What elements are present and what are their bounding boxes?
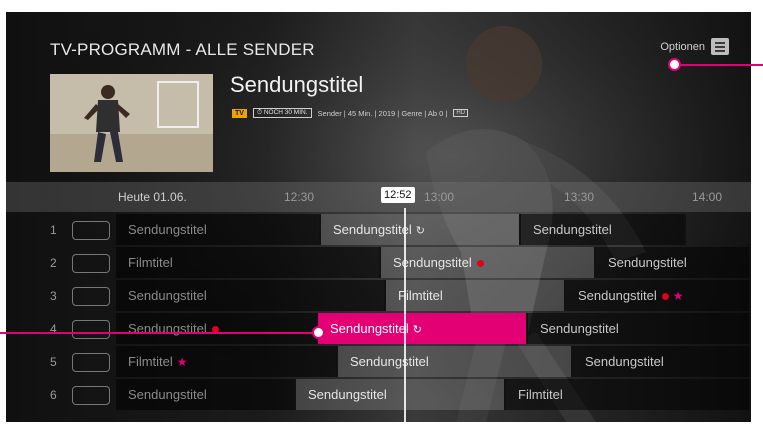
program-cell-title: Sendungstitel (333, 222, 412, 237)
program-cell[interactable]: Sendungstitel (116, 214, 321, 245)
channel-row: 4 Sendungstitel Sendungstitel ↻ Sendungstite… (6, 313, 751, 346)
channel-row: 2 Filmtitel Sendungstitel Sendungstitel (6, 247, 751, 280)
program-cell-title: Sendungstitel (350, 354, 429, 369)
options-button[interactable]: Optionen (660, 38, 729, 55)
channel-logo (72, 254, 110, 273)
channel-number: 5 (50, 355, 57, 369)
replay-icon: ↻ (415, 225, 425, 237)
program-cell[interactable]: Sendungstitel ↻ (321, 214, 521, 245)
day-label: Heute 01.06. (118, 190, 187, 204)
channel-logo (72, 221, 110, 240)
remaining-time-badge: ⏱ NOCH 30 MIN. (252, 108, 312, 118)
program-cell[interactable]: Sendungstitel (116, 313, 318, 344)
channel-number: 2 (50, 256, 57, 270)
program-cell-title: Filmtitel (518, 387, 563, 402)
program-title: Sendungstitel (230, 72, 364, 97)
channel-row: 6 Sendungstitel Sendungstitel Filmtitel (6, 379, 751, 412)
star-icon: ★ (672, 289, 684, 303)
program-meta: TV ⏱ NOCH 30 MIN. Sender | 45 Min. | 201… (232, 108, 469, 118)
program-cell[interactable]: Sendungstitel (521, 214, 686, 245)
program-cell-title: Sendungstitel (533, 222, 612, 237)
replay-icon: ↻ (412, 324, 422, 336)
channel-number: 3 (50, 289, 57, 303)
current-time-badge: 12:52 (381, 187, 415, 203)
program-cell[interactable]: Sendungstitel (116, 280, 386, 311)
program-cell-title: Sendungstitel (585, 354, 664, 369)
record-dot-icon (476, 260, 484, 268)
callout-marker-options (668, 58, 681, 71)
program-cell-title: Filmtitel (128, 255, 173, 270)
callout-line-options (676, 64, 763, 66)
program-cell-title: Sendungstitel (128, 288, 207, 303)
channel-logo (72, 353, 110, 372)
time-tick: 13:30 (564, 190, 595, 204)
program-cell-title: Sendungstitel (540, 321, 619, 336)
current-time-line (404, 208, 406, 422)
channel-row: 5 Filmtitel ★ Sendungstitel Sendungstitel (6, 346, 751, 379)
program-cell-title: Sendungstitel (308, 387, 387, 402)
time-tick: 12:30 (284, 190, 315, 204)
callout-marker-selected (312, 326, 325, 339)
program-cell[interactable]: Sendungstitel (573, 346, 751, 377)
time-tick: 14:00 (692, 190, 723, 204)
options-label: Optionen (660, 40, 705, 53)
channel-row: 3 Sendungstitel Filmtitel Sendungstitel ★ (6, 280, 751, 313)
record-dot-icon (661, 293, 669, 301)
program-cell-title: Sendungstitel (608, 255, 687, 270)
timeline-bar: Heute 01.06. 12:30 13:00 13:30 14:00 12:… (6, 182, 751, 212)
time-tick: 13:00 (424, 190, 455, 204)
program-cell[interactable]: Sendungstitel (338, 346, 573, 377)
tv-badge: TV (232, 108, 247, 118)
program-cell[interactable]: Sendungstitel (528, 313, 751, 344)
menu-icon (711, 38, 729, 55)
page-title: TV-PROGRAMM - ALLE SENDER (50, 40, 315, 59)
channel-row: 1 Sendungstitel Sendungstitel ↻ Sendungstite… (6, 214, 751, 247)
program-cell-selected[interactable]: Sendungstitel ↻ (318, 313, 528, 344)
program-cell[interactable]: Filmtitel (386, 280, 566, 311)
tv-guide-screen: TV-PROGRAMM - ALLE SENDER Optionen Sendu… (6, 12, 751, 422)
channel-logo (72, 386, 110, 405)
program-cell[interactable]: Sendungstitel (596, 247, 751, 278)
program-cell-title: Sendungstitel (128, 222, 207, 237)
program-cell-title: Sendungstitel (330, 321, 409, 336)
program-cell[interactable]: Sendungstitel ★ (566, 280, 751, 311)
program-cell-title: Filmtitel (128, 354, 173, 369)
star-icon: ★ (176, 355, 188, 369)
program-cell[interactable]: Sendungstitel (296, 379, 506, 410)
program-cell-title: Sendungstitel (578, 288, 657, 303)
channel-logo (72, 287, 110, 306)
program-meta-text: Sender | 45 Min. | 2019 | Genre | Ab 0 | (317, 108, 448, 118)
callout-line-selected (0, 332, 318, 334)
program-cell[interactable]: Sendungstitel (116, 379, 296, 410)
program-cell[interactable]: Filmtitel ★ (116, 346, 338, 377)
program-cell-title: Sendungstitel (128, 387, 207, 402)
program-thumbnail (50, 74, 213, 172)
channel-logo (72, 320, 110, 339)
program-cell[interactable]: Filmtitel (506, 379, 751, 410)
program-cell[interactable]: Filmtitel (116, 247, 381, 278)
program-cell[interactable]: Sendungstitel (381, 247, 596, 278)
channel-number: 1 (50, 223, 57, 237)
hd-badge: HD (453, 109, 469, 117)
channel-number: 6 (50, 388, 57, 402)
